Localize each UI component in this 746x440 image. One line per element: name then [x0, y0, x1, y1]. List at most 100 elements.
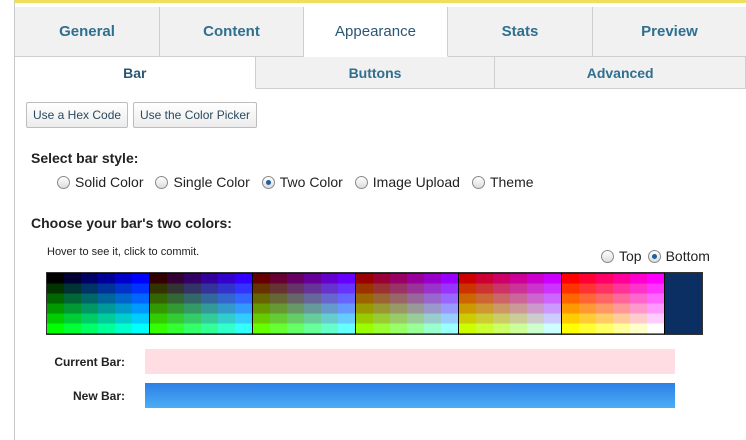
- palette-cell[interactable]: [81, 273, 98, 284]
- palette-cell[interactable]: [115, 323, 132, 334]
- palette-cell[interactable]: [373, 313, 390, 324]
- palette-cell[interactable]: [613, 323, 630, 334]
- palette-cell[interactable]: [235, 283, 252, 294]
- palette-cell[interactable]: [476, 313, 493, 324]
- palette-cell[interactable]: [150, 323, 167, 334]
- palette-cell[interactable]: [98, 293, 115, 304]
- palette-cell[interactable]: [390, 303, 407, 314]
- palette-cell[interactable]: [287, 303, 304, 314]
- palette-cell[interactable]: [493, 283, 510, 294]
- palette-cell[interactable]: [424, 283, 441, 294]
- palette-cell[interactable]: [167, 303, 184, 314]
- palette-cell[interactable]: [390, 313, 407, 324]
- palette-cell[interactable]: [459, 323, 476, 334]
- palette-cell[interactable]: [132, 323, 149, 334]
- palette-cell[interactable]: [562, 273, 579, 284]
- palette-cell[interactable]: [218, 293, 235, 304]
- palette-cell[interactable]: [476, 293, 493, 304]
- palette-cell[interactable]: [81, 323, 98, 334]
- palette-cell[interactable]: [544, 303, 561, 314]
- palette-cell[interactable]: [527, 313, 544, 324]
- palette-cell[interactable]: [459, 303, 476, 314]
- palette-cell[interactable]: [407, 303, 424, 314]
- palette-cell[interactable]: [596, 323, 613, 334]
- palette-cell[interactable]: [527, 283, 544, 294]
- palette-cell[interactable]: [201, 283, 218, 294]
- palette-cell[interactable]: [544, 293, 561, 304]
- palette-cell[interactable]: [356, 273, 373, 284]
- palette-cell[interactable]: [150, 273, 167, 284]
- radio-icon[interactable]: [57, 175, 70, 189]
- palette-cell[interactable]: [287, 283, 304, 294]
- palette-cell[interactable]: [544, 323, 561, 334]
- palette-cell[interactable]: [613, 293, 630, 304]
- palette-cell[interactable]: [510, 323, 527, 334]
- palette-cell[interactable]: [613, 283, 630, 294]
- palette-cell[interactable]: [510, 283, 527, 294]
- palette-cell[interactable]: [253, 323, 270, 334]
- tab-appearance[interactable]: Appearance: [304, 7, 448, 57]
- palette-cell[interactable]: [115, 283, 132, 294]
- palette-cell[interactable]: [630, 303, 647, 314]
- palette-cell[interactable]: [253, 273, 270, 284]
- palette-cell[interactable]: [304, 293, 321, 304]
- palette-cell[interactable]: [287, 273, 304, 284]
- palette-cell[interactable]: [476, 303, 493, 314]
- palette-cell[interactable]: [218, 313, 235, 324]
- palette-cell[interactable]: [441, 283, 458, 294]
- palette-cell[interactable]: [476, 323, 493, 334]
- palette-cell[interactable]: [81, 283, 98, 294]
- palette-cell[interactable]: [390, 273, 407, 284]
- palette-cell[interactable]: [47, 303, 64, 314]
- palette-cell[interactable]: [150, 313, 167, 324]
- palette-cell[interactable]: [64, 283, 81, 294]
- palette-cell[interactable]: [338, 303, 355, 314]
- palette-cell[interactable]: [64, 293, 81, 304]
- palette-cell[interactable]: [562, 293, 579, 304]
- palette-cell[interactable]: [184, 293, 201, 304]
- palette-cell[interactable]: [647, 293, 664, 304]
- palette-cell[interactable]: [47, 323, 64, 334]
- bar-style-two-color[interactable]: Two Color: [261, 174, 343, 190]
- palette-cell[interactable]: [459, 273, 476, 284]
- palette-cell[interactable]: [218, 303, 235, 314]
- palette-cell[interactable]: [562, 313, 579, 324]
- palette-cell[interactable]: [338, 313, 355, 324]
- palette-cell[interactable]: [304, 283, 321, 294]
- palette-cell[interactable]: [596, 273, 613, 284]
- palette-cell[interactable]: [150, 303, 167, 314]
- palette-cell[interactable]: [476, 273, 493, 284]
- radio-icon[interactable]: [155, 175, 169, 189]
- tab-content[interactable]: Content: [160, 7, 304, 57]
- palette-cell[interactable]: [424, 303, 441, 314]
- palette-cell[interactable]: [441, 313, 458, 324]
- palette-cell[interactable]: [98, 303, 115, 314]
- palette-cell[interactable]: [647, 283, 664, 294]
- palette-cell[interactable]: [132, 283, 149, 294]
- palette-cell[interactable]: [64, 323, 81, 334]
- bar-style-theme[interactable]: Theme: [471, 174, 534, 190]
- palette-cell[interactable]: [338, 283, 355, 294]
- palette-cell[interactable]: [253, 313, 270, 324]
- palette-cell[interactable]: [270, 293, 287, 304]
- radio-selected-icon[interactable]: [261, 175, 275, 189]
- palette-cell[interactable]: [356, 303, 373, 314]
- bar-style-solid-color[interactable]: Solid Color: [57, 174, 143, 190]
- palette-cell[interactable]: [81, 293, 98, 304]
- palette-cell[interactable]: [527, 293, 544, 304]
- palette-cell[interactable]: [81, 303, 98, 314]
- palette-cell[interactable]: [356, 293, 373, 304]
- palette-cell[interactable]: [304, 303, 321, 314]
- palette-cell[interactable]: [630, 323, 647, 334]
- palette-cell[interactable]: [510, 303, 527, 314]
- palette-cell[interactable]: [493, 293, 510, 304]
- palette-cell[interactable]: [356, 283, 373, 294]
- palette-cell[interactable]: [47, 283, 64, 294]
- palette-cell[interactable]: [579, 303, 596, 314]
- palette-cell[interactable]: [441, 293, 458, 304]
- palette-cell[interactable]: [630, 273, 647, 284]
- palette-cell[interactable]: [424, 313, 441, 324]
- palette-cell[interactable]: [132, 313, 149, 324]
- bar-style-single-color[interactable]: Single Color: [155, 174, 250, 190]
- palette-cell[interactable]: [98, 323, 115, 334]
